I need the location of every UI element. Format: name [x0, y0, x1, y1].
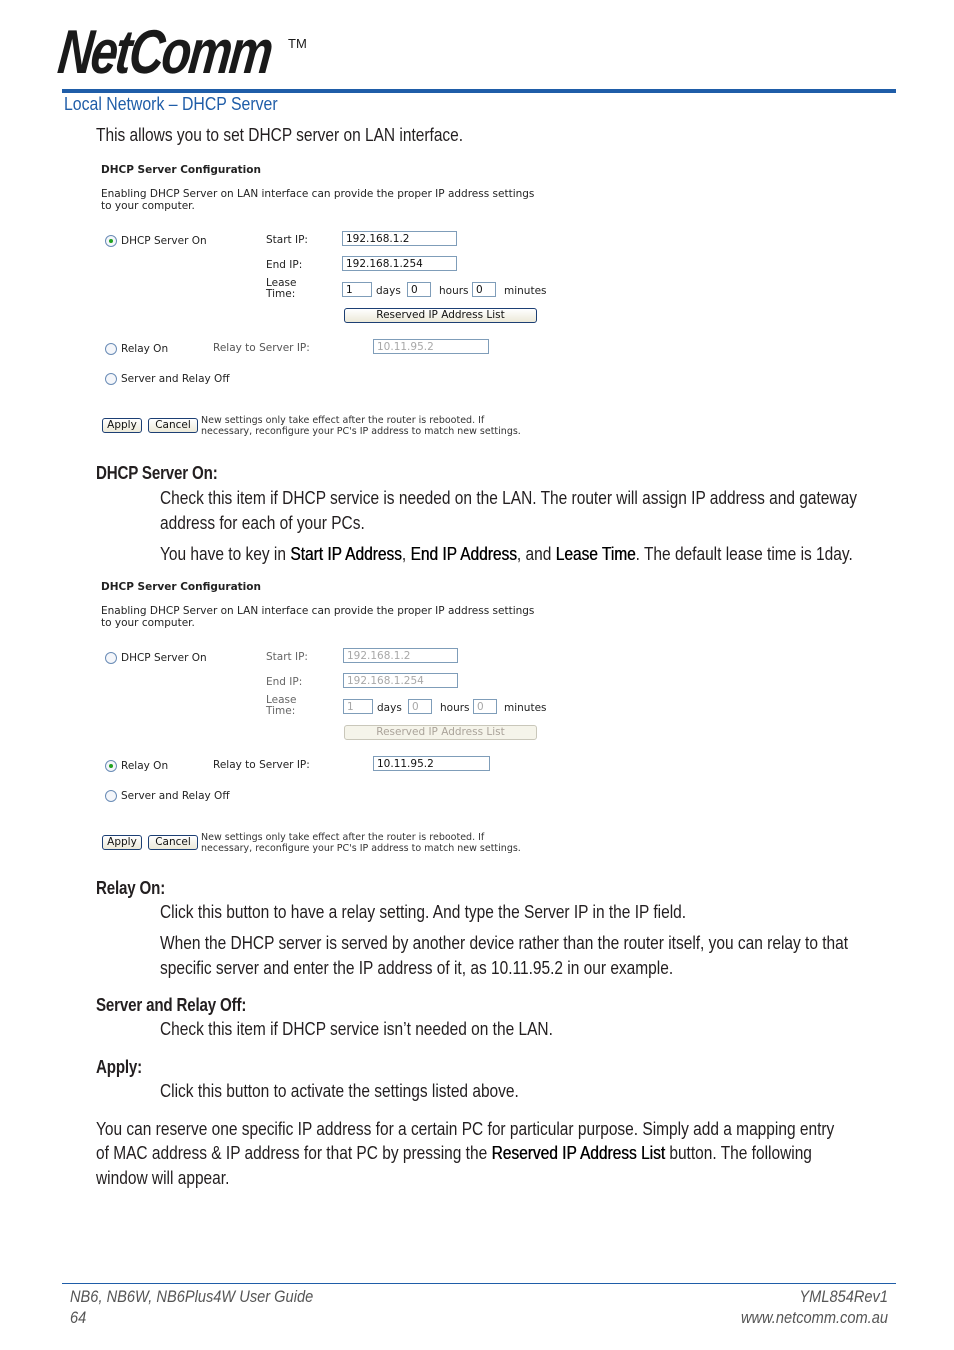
note-line: necessary, reconfigure your PC's IP addr…: [201, 426, 521, 437]
start-ip-label: Start IP:: [266, 651, 308, 663]
radio-label-dhcp-server-on: DHCP Server On: [121, 652, 207, 664]
panel-description: Enabling DHCP Server on LAN interface ca…: [101, 605, 561, 629]
minutes-label: minutes: [504, 702, 547, 714]
guide-title: NB6, NB6W, NB6Plus4W User Guide: [70, 1287, 314, 1306]
dhcp-config-panel-relay-on: DHCP Server Configuration Enabling DHCP …: [100, 574, 570, 854]
dhcp-on-desc-3: You have to key in Start IP Address, End…: [160, 542, 853, 567]
lease-days-input[interactable]: 1: [342, 282, 372, 297]
text: button. The following: [665, 1143, 812, 1163]
description-line: Enabling DHCP Server on LAN interface ca…: [101, 188, 535, 200]
start-ip-input[interactable]: 192.168.1.2: [342, 231, 457, 246]
reboot-note: New settings only take effect after the …: [201, 415, 521, 437]
heading-dhcp-server-on: DHCP Server On:: [96, 463, 218, 483]
panel-title: DHCP Server Configuration: [101, 164, 261, 176]
panel-description: Enabling DHCP Server on LAN interface ca…: [101, 188, 561, 212]
heading-server-relay-off: Server and Relay Off:: [96, 995, 247, 1015]
relay-server-ip-input[interactable]: 10.11.95.2: [373, 756, 490, 771]
days-label: days: [377, 702, 402, 714]
heading-relay-on: Relay On:: [96, 878, 166, 898]
end-ip-input[interactable]: 192.168.1.254: [343, 673, 458, 688]
page-number: 64: [70, 1308, 87, 1327]
cancel-button[interactable]: Cancel: [148, 835, 198, 850]
hours-label: hours: [439, 285, 469, 297]
relay-on-desc-2: When the DHCP server is served by anothe…: [160, 933, 849, 953]
lease-minutes-input[interactable]: 0: [472, 282, 496, 297]
dhcp-on-desc-1: Check this item if DHCP service is neede…: [160, 488, 857, 508]
end-ip-label: End IP:: [266, 676, 303, 688]
lease-minutes-input[interactable]: 0: [473, 699, 497, 714]
end-ip-label: End IP:: [266, 259, 303, 271]
start-ip-input[interactable]: 192.168.1.2: [343, 648, 458, 663]
text: ,: [401, 544, 411, 564]
dhcp-config-panel-server-on: DHCP Server Configuration Enabling DHCP …: [100, 157, 570, 437]
panel-title: DHCP Server Configuration: [101, 581, 261, 593]
lease-days-input[interactable]: 1: [343, 699, 373, 714]
note-line: New settings only take effect after the …: [201, 832, 485, 843]
trademark-symbol: TM: [288, 36, 307, 51]
relay-server-ip-label: Relay to Server IP:: [213, 342, 310, 354]
radio-label-server-relay-off: Server and Relay Off: [121, 790, 230, 802]
description-line: to your computer.: [101, 617, 195, 629]
radio-dhcp-server-on[interactable]: [105, 235, 117, 247]
text: . The default lease time is 1day.: [635, 544, 853, 564]
text: You have to key in: [160, 544, 291, 564]
netcomm-logo: NetComm: [54, 18, 275, 87]
radio-label-server-relay-off: Server and Relay Off: [121, 373, 230, 385]
apply-button[interactable]: Apply: [102, 418, 142, 433]
intro-text: This allows you to set DHCP server on LA…: [96, 125, 464, 145]
reserved-ip-list-button[interactable]: Reserved IP Address List: [344, 308, 537, 323]
relay-on-desc-1: Click this button to have a relay settin…: [160, 902, 687, 922]
section-title: Local Network – DHCP Server: [64, 94, 278, 114]
relay-on-desc-3: specific server and enter the IP address…: [160, 958, 674, 978]
relay-server-ip-input[interactable]: 10.11.95.2: [373, 339, 489, 354]
term-reserved-ip-list: Reserved IP Address List: [491, 1143, 666, 1163]
radio-label-dhcp-server-on: DHCP Server On: [121, 235, 207, 247]
note-line: necessary, reconfigure your PC's IP addr…: [201, 843, 521, 854]
lease-time-label: Lease Time:: [266, 278, 297, 300]
relay-server-ip-label: Relay to Server IP:: [213, 759, 310, 771]
text: , and: [516, 544, 556, 564]
heading-apply: Apply:: [96, 1057, 143, 1077]
lease-hours-input[interactable]: 0: [407, 282, 431, 297]
apply-button[interactable]: Apply: [102, 835, 142, 850]
radio-server-relay-off[interactable]: [105, 790, 117, 802]
dhcp-on-desc-2: address for each of your PCs.: [160, 513, 365, 533]
term-lease-time: Lease Time: [555, 544, 636, 564]
reserve-desc-2: of MAC address & IP address for that PC …: [96, 1141, 812, 1166]
minutes-label: minutes: [504, 285, 547, 297]
radio-dhcp-server-on[interactable]: [105, 652, 117, 664]
footer-right: YML854Rev1 www.netcomm.com.au: [741, 1286, 888, 1328]
description-line: to your computer.: [101, 200, 195, 212]
note-line: New settings only take effect after the …: [201, 415, 485, 426]
reserve-desc-1: You can reserve one specific IP address …: [96, 1119, 835, 1139]
radio-relay-on[interactable]: [105, 343, 117, 355]
footer-divider: [62, 1283, 896, 1284]
radio-label-relay-on: Relay On: [121, 760, 169, 772]
reserved-ip-list-button[interactable]: Reserved IP Address List: [344, 725, 537, 740]
term-end-ip: End IP Address: [410, 544, 517, 564]
text: of MAC address & IP address for that PC …: [96, 1143, 492, 1163]
radio-server-relay-off[interactable]: [105, 373, 117, 385]
reboot-note: New settings only take effect after the …: [201, 832, 521, 854]
term-start-ip: Start IP Address: [290, 544, 402, 564]
reserve-desc-3: window will appear.: [96, 1168, 230, 1188]
lease-label-line: Time:: [266, 288, 296, 300]
radio-label-relay-on: Relay On: [121, 343, 169, 355]
lease-time-label: Lease Time:: [266, 695, 297, 717]
lease-label-line: Time:: [266, 705, 296, 717]
website-link[interactable]: www.netcomm.com.au: [741, 1307, 888, 1328]
start-ip-label: Start IP:: [266, 234, 308, 246]
lease-hours-input[interactable]: 0: [408, 699, 432, 714]
description-line: Enabling DHCP Server on LAN interface ca…: [101, 605, 535, 617]
footer-left: NB6, NB6W, NB6Plus4W User Guide 64: [70, 1286, 313, 1328]
document-id: YML854Rev1: [799, 1287, 888, 1306]
radio-relay-on[interactable]: [105, 760, 117, 772]
hours-label: hours: [440, 702, 470, 714]
cancel-button[interactable]: Cancel: [148, 418, 198, 433]
days-label: days: [376, 285, 401, 297]
apply-desc-1: Click this button to activate the settin…: [160, 1081, 519, 1101]
header-divider: [62, 89, 896, 93]
off-desc-1: Check this item if DHCP service isn’t ne…: [160, 1019, 553, 1039]
end-ip-input[interactable]: 192.168.1.254: [342, 256, 457, 271]
